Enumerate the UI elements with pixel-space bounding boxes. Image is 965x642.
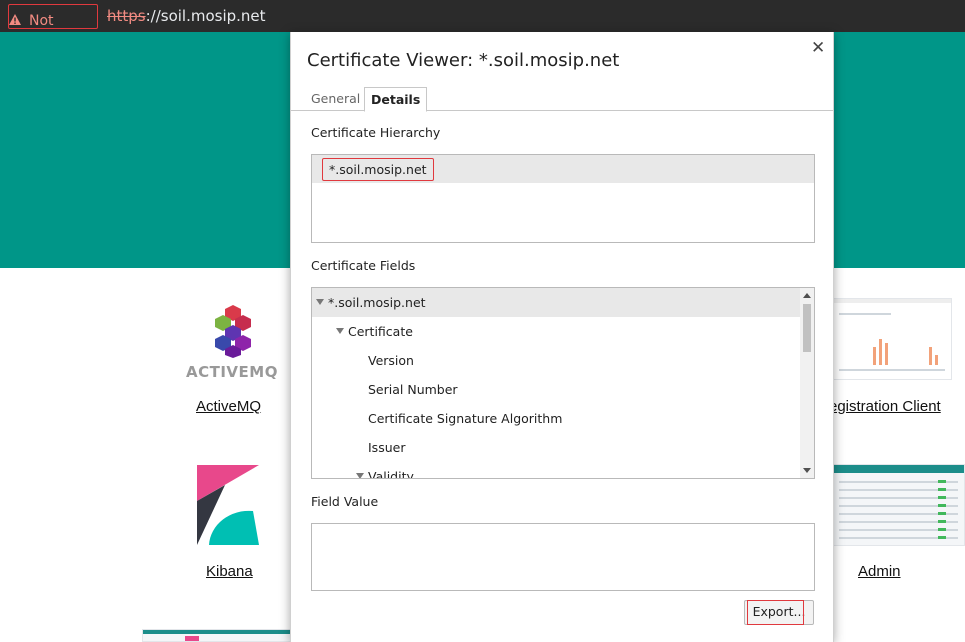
tree-item-signature-algorithm[interactable]: Certificate Signature Algorithm bbox=[312, 404, 800, 433]
fields-label: Certificate Fields bbox=[311, 258, 416, 273]
hierarchy-item[interactable]: *.soil.mosip.net bbox=[312, 155, 814, 183]
hierarchy-item-label: *.soil.mosip.net bbox=[322, 158, 434, 181]
browser-url-bar: Not secure https://soil.mosip.net bbox=[0, 0, 965, 45]
expand-triangle-icon[interactable] bbox=[336, 328, 344, 334]
address-field[interactable]: https://soil.mosip.net bbox=[107, 7, 266, 25]
export-highlight bbox=[747, 600, 804, 625]
tree-item-label: Issuer bbox=[368, 440, 406, 455]
url-host: ://soil.mosip.net bbox=[145, 7, 266, 25]
scroll-down-icon[interactable] bbox=[803, 468, 811, 473]
activemq-logo-icon bbox=[215, 305, 251, 358]
tree-item-label: Certificate Signature Algorithm bbox=[368, 411, 563, 426]
field-value-label: Field Value bbox=[311, 494, 379, 509]
kibana-logo-icon bbox=[197, 465, 259, 545]
admin-thumbnail bbox=[832, 464, 965, 546]
tree-item-serial-number[interactable]: Serial Number bbox=[312, 375, 800, 404]
expand-triangle-icon[interactable] bbox=[316, 299, 324, 305]
tree-item-label: Serial Number bbox=[368, 382, 458, 397]
close-icon[interactable]: ✕ bbox=[811, 38, 825, 58]
warning-icon bbox=[9, 14, 21, 25]
tree-item-label: Validity bbox=[368, 469, 414, 479]
tree-item-label: *.soil.mosip.net bbox=[328, 295, 426, 310]
registration-client-thumbnail bbox=[832, 298, 952, 380]
activemq-logo-text: ACTIVEMQ bbox=[186, 363, 278, 381]
certificate-hierarchy-list: *.soil.mosip.net bbox=[311, 154, 815, 243]
certificate-fields-tree: *.soil.mosip.net Certificate Version Ser… bbox=[311, 287, 815, 479]
tree-item-certificate[interactable]: Certificate bbox=[312, 317, 800, 346]
tab-general[interactable]: General bbox=[305, 89, 366, 108]
certificate-viewer-dialog: Certificate Viewer: *.soil.mosip.net ✕ G… bbox=[290, 32, 834, 642]
field-value-box[interactable] bbox=[311, 523, 815, 591]
tree-item-label: Version bbox=[368, 353, 414, 368]
tree-item-issuer[interactable]: Issuer bbox=[312, 433, 800, 462]
scroll-up-icon[interactable] bbox=[803, 293, 811, 298]
kibana-link[interactable]: Kibana bbox=[206, 563, 253, 580]
activemq-link[interactable]: ActiveMQ bbox=[196, 398, 261, 415]
tab-details[interactable]: Details bbox=[364, 87, 428, 112]
tree-item-root[interactable]: *.soil.mosip.net bbox=[312, 288, 800, 317]
fields-scrollbar[interactable] bbox=[800, 288, 814, 478]
dialog-tabs: General Details bbox=[291, 87, 833, 112]
tree-item-label: Certificate bbox=[348, 324, 413, 339]
hierarchy-label: Certificate Hierarchy bbox=[311, 125, 441, 140]
url-scheme: https bbox=[107, 7, 146, 25]
expand-triangle-icon[interactable] bbox=[356, 473, 364, 478]
registration-client-link[interactable]: egistration Client bbox=[829, 398, 941, 415]
tree-item-version[interactable]: Version bbox=[312, 346, 800, 375]
admin-link[interactable]: Admin bbox=[858, 563, 901, 580]
security-indicator[interactable]: Not secure bbox=[8, 4, 98, 45]
scrollbar-thumb[interactable] bbox=[803, 304, 811, 352]
bottom-thumbnail bbox=[142, 629, 292, 642]
dialog-title: Certificate Viewer: *.soil.mosip.net bbox=[307, 50, 620, 71]
tree-item-validity[interactable]: Validity bbox=[312, 462, 800, 479]
